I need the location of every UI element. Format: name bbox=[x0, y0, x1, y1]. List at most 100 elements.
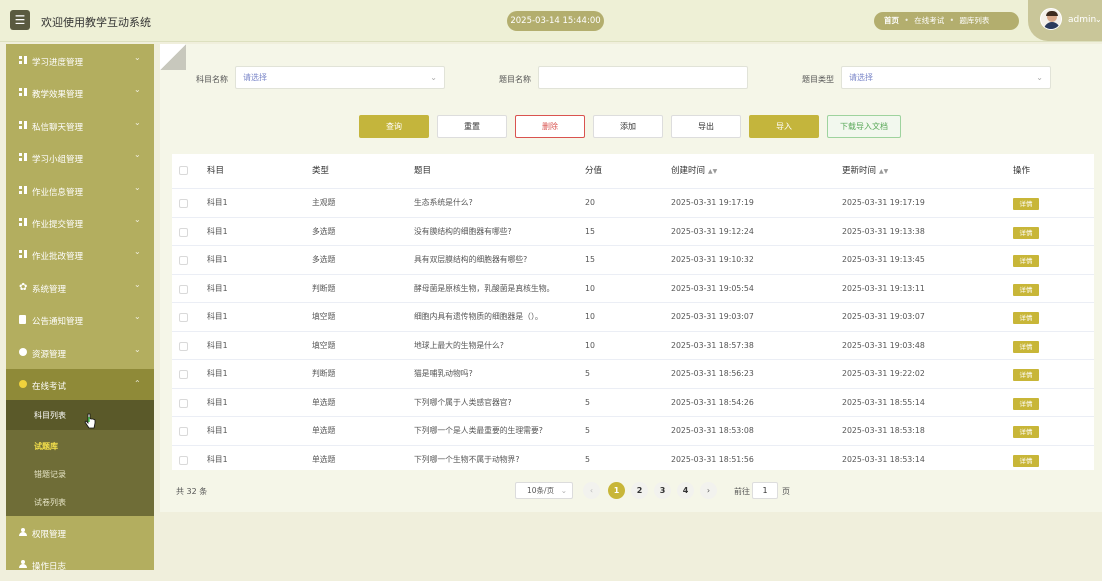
reset-button[interactable]: 重置 bbox=[437, 115, 507, 138]
cell-updated: 2025-03-31 19:13:45 bbox=[842, 255, 925, 264]
username[interactable]: admin bbox=[1068, 15, 1096, 25]
detail-button[interactable]: 详情 bbox=[1013, 312, 1039, 324]
breadcrumb-online-exam[interactable]: 在线考试 bbox=[914, 16, 944, 25]
goto-label: 前往 bbox=[734, 487, 750, 496]
submenu-item-3[interactable]: 错题记录 bbox=[34, 469, 66, 480]
download-template-button[interactable]: 下载导入文档 bbox=[827, 115, 901, 138]
page-size-select[interactable]: 10条/页 ⌄ bbox=[515, 482, 573, 499]
breadcrumb-question-bank[interactable]: 题库列表 bbox=[959, 16, 989, 25]
row-checkbox[interactable] bbox=[179, 455, 188, 465]
add-button[interactable]: 添加 bbox=[593, 115, 663, 138]
cell-score: 5 bbox=[585, 397, 590, 407]
sidebar-item-3[interactable]: 私信聊天管理 ⌄ bbox=[6, 110, 154, 142]
page-1-button[interactable]: 1 bbox=[608, 482, 625, 499]
chevron-down-icon[interactable]: ⌄ bbox=[1095, 15, 1102, 24]
sidebar-item-label: 公告通知管理 bbox=[32, 317, 84, 328]
page-2-button[interactable]: 2 bbox=[631, 482, 648, 499]
column-header-updated[interactable]: 更新时间 ▲▼ bbox=[842, 154, 888, 188]
plus-circle-icon bbox=[19, 347, 28, 357]
subject-select[interactable]: 请选择 ⌄ bbox=[235, 66, 445, 89]
avatar[interactable] bbox=[1040, 8, 1062, 30]
page-3-button[interactable]: 3 bbox=[654, 482, 671, 499]
sort-icon[interactable]: ▲▼ bbox=[708, 168, 717, 175]
query-button[interactable]: 查询 bbox=[359, 115, 429, 138]
row-checkbox[interactable] bbox=[179, 284, 188, 294]
main-content: 科目名称 请选择 ⌄ 题目名称 题目类型 请选择 ⌄ 查询 重置 删除 添加 导… bbox=[160, 44, 1102, 512]
sidebar-item-6[interactable]: 作业提交管理 ⌄ bbox=[6, 207, 154, 239]
question-name-input[interactable] bbox=[538, 66, 748, 89]
type-select-placeholder: 请选择 bbox=[849, 73, 873, 82]
detail-button[interactable]: 详情 bbox=[1013, 397, 1039, 410]
cell-type: 单选题 bbox=[312, 454, 336, 464]
sidebar-item-label: 操作日志 bbox=[32, 562, 67, 572]
row-checkbox[interactable] bbox=[179, 370, 188, 379]
submenu-item-2[interactable]: 试题库 bbox=[34, 441, 58, 452]
row-checkbox[interactable] bbox=[179, 398, 188, 408]
row-checkbox[interactable] bbox=[179, 227, 188, 237]
chevron-down-icon: ⌄ bbox=[134, 344, 141, 354]
detail-button[interactable]: 详情 bbox=[1013, 454, 1039, 467]
sidebar-item-online-exam[interactable]: 在线考试 ⌃ bbox=[6, 369, 154, 401]
cell-score: 15 bbox=[585, 226, 595, 236]
cell-score: 5 bbox=[585, 454, 590, 464]
cell-score: 10 bbox=[585, 340, 595, 350]
detail-button[interactable]: 详情 bbox=[1013, 226, 1039, 239]
cell-created: 2025-03-31 18:51:56 bbox=[671, 454, 754, 464]
chevron-down-icon: ⌄ bbox=[134, 279, 141, 289]
cell-score: 10 bbox=[585, 312, 595, 321]
delete-button[interactable]: 删除 bbox=[515, 115, 585, 138]
sidebar-item-4[interactable]: 学习小组管理 ⌄ bbox=[6, 142, 154, 174]
cell-created: 2025-03-31 19:05:54 bbox=[671, 283, 754, 293]
breadcrumb-home[interactable]: 首页 bbox=[884, 16, 899, 25]
user-menu[interactable]: admin ⌄ bbox=[1028, 0, 1102, 41]
table-row: 科目1 多选题 没有膜结构的细胞器有哪些? 15 2025-03-31 19:12:24… bbox=[172, 216, 1094, 246]
detail-button[interactable]: 详情 bbox=[1013, 340, 1039, 353]
prev-page-button[interactable]: ‹ bbox=[583, 482, 600, 499]
detail-button[interactable]: 详情 bbox=[1013, 369, 1039, 381]
submenu-item-4[interactable]: 试卷列表 bbox=[34, 497, 66, 508]
grid-icon bbox=[19, 185, 28, 195]
total-count: 共 32 条 bbox=[176, 487, 208, 496]
table-row: 科目1 主观题 生态系统是什么? 20 2025-03-31 19:17:19 2025-… bbox=[172, 188, 1094, 217]
sidebar-item-9[interactable]: 公告通知管理 ⌄ bbox=[6, 304, 154, 336]
detail-button[interactable]: 详情 bbox=[1013, 283, 1039, 296]
goto-page-input[interactable]: 1 bbox=[752, 482, 778, 499]
submenu-item-1[interactable]: 科目列表 bbox=[34, 410, 66, 421]
page-4-button[interactable]: 4 bbox=[677, 482, 694, 499]
row-checkbox[interactable] bbox=[179, 427, 188, 436]
select-all-checkbox[interactable] bbox=[179, 166, 188, 175]
next-page-button[interactable]: › bbox=[700, 482, 717, 499]
detail-button[interactable]: 详情 bbox=[1013, 426, 1039, 438]
sidebar-item-label: 私信聊天管理 bbox=[32, 122, 84, 133]
row-checkbox[interactable] bbox=[179, 256, 188, 265]
hamburger-icon[interactable]: ☰ bbox=[10, 10, 30, 30]
row-checkbox[interactable] bbox=[179, 199, 188, 208]
detail-button[interactable]: 详情 bbox=[1013, 198, 1039, 210]
row-checkbox[interactable] bbox=[179, 341, 188, 351]
cell-created: 2025-03-31 18:57:38 bbox=[671, 340, 754, 350]
subject-filter-label: 科目名称 bbox=[196, 75, 228, 84]
detail-button[interactable]: 详情 bbox=[1013, 255, 1039, 267]
row-checkbox[interactable] bbox=[179, 313, 188, 322]
sidebar-item-10[interactable]: 资源管理 ⌄ bbox=[6, 337, 154, 369]
sidebar-item-bottom-2[interactable]: 操作日志 bbox=[6, 549, 154, 581]
cell-type: 判断题 bbox=[312, 369, 336, 378]
cell-subject: 科目1 bbox=[207, 198, 228, 207]
export-button[interactable]: 导出 bbox=[671, 115, 741, 138]
column-header-created[interactable]: 创建时间 ▲▼ bbox=[671, 154, 717, 188]
sidebar-item-bottom-1[interactable]: 权限管理 bbox=[6, 517, 154, 549]
cell-question: 具有双层膜结构的细胞器有哪些? bbox=[414, 255, 528, 264]
type-select[interactable]: 请选择 ⌄ bbox=[841, 66, 1051, 89]
sidebar-item-2[interactable]: 教学效果管理 ⌄ bbox=[6, 77, 154, 109]
sidebar-item-5[interactable]: 作业信息管理 ⌄ bbox=[6, 175, 154, 207]
import-button[interactable]: 导入 bbox=[749, 115, 819, 138]
sidebar-item-7[interactable]: 作业批改管理 ⌄ bbox=[6, 239, 154, 271]
chevron-down-icon: ⌄ bbox=[134, 182, 141, 192]
sidebar-item-1[interactable]: 学习进度管理 ⌄ bbox=[6, 45, 154, 77]
sidebar-item-8[interactable]: ✿ 系统管理 ⌄ bbox=[6, 272, 154, 304]
column-header-created-label: 创建时间 bbox=[671, 166, 706, 176]
sort-icon[interactable]: ▲▼ bbox=[879, 168, 888, 175]
sidebar-item-label: 学习小组管理 bbox=[32, 155, 84, 166]
cell-question: 生态系统是什么? bbox=[414, 198, 473, 207]
cell-type: 判断题 bbox=[312, 283, 336, 293]
